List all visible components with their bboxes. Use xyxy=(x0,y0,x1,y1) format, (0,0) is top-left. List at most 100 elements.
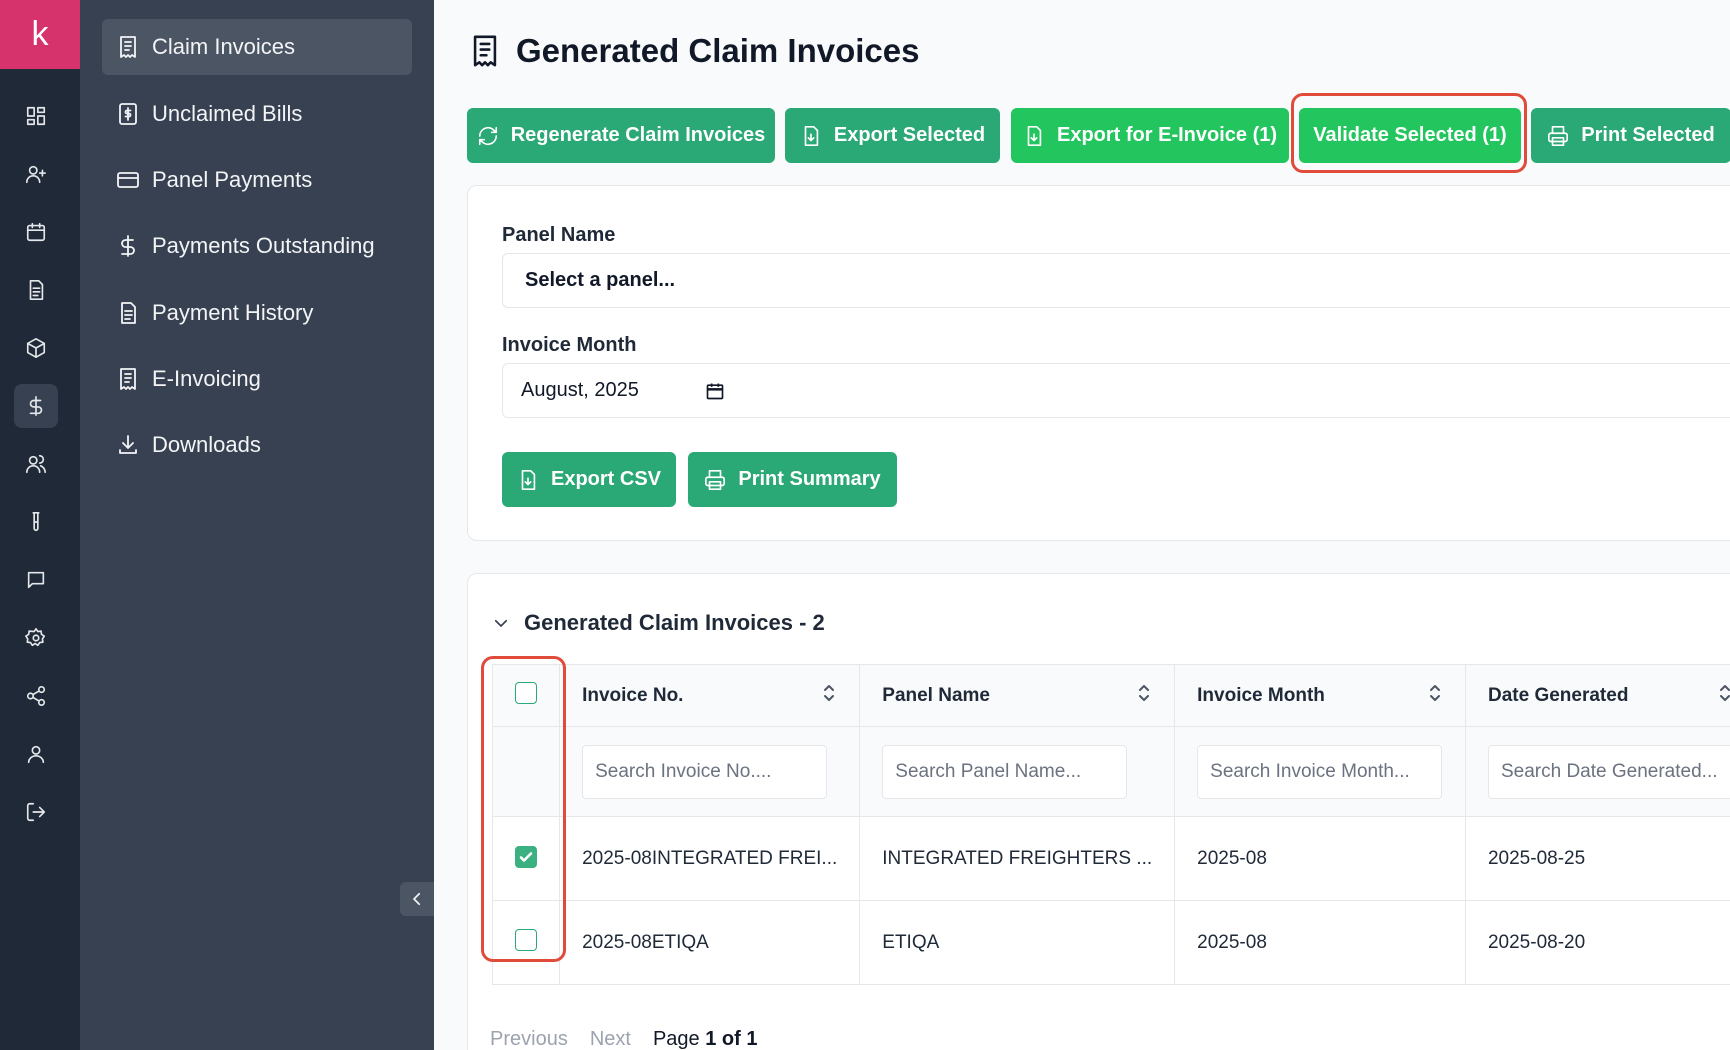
row-checkbox[interactable] xyxy=(515,928,538,951)
filter-cell xyxy=(859,726,1176,817)
panel-name-cell: ETIQA xyxy=(859,900,1176,985)
panel-name-select[interactable]: Select a panel... xyxy=(502,253,1730,308)
document-icon xyxy=(121,302,136,324)
sidebar-item-label: Panel Payments xyxy=(152,167,313,192)
page-indicator: Page 1 of 1 xyxy=(652,1028,758,1050)
receipt-icon xyxy=(473,35,497,67)
calendar-icon xyxy=(706,383,724,399)
billing-sidebar: Claim Invoices Unclaimed Bills Panel Pay… xyxy=(80,0,434,1050)
filter-cell xyxy=(1174,726,1466,817)
page-title: Generated Claim Invoices xyxy=(468,32,920,70)
invoices-table: Invoice No. Panel Name Invoice Month Dat… xyxy=(491,664,1730,985)
main-content: Generated Claim Invoices Regenerate Clai… xyxy=(434,0,1730,1050)
sidebar-item-claim-invoices[interactable]: Claim Invoices xyxy=(102,19,412,75)
sort-icon[interactable] xyxy=(1427,683,1443,709)
calendar-icon[interactable] xyxy=(14,210,58,254)
row-select-cell xyxy=(491,816,561,901)
filter-cell xyxy=(1464,726,1730,817)
download-icon xyxy=(119,435,137,454)
sidebar-item-unclaimed-bills[interactable]: Unclaimed Bills xyxy=(102,86,412,142)
sidebar-item-downloads[interactable]: Downloads xyxy=(102,417,412,473)
chevron-down-icon xyxy=(494,619,508,627)
invoice-month-cell: 2025-08 xyxy=(1174,816,1466,901)
invoices-card: Generated Claim Invoices - 2 Invoice No.… xyxy=(467,573,1730,1050)
page-title-text: Generated Claim Invoices xyxy=(516,32,920,69)
sort-icon[interactable] xyxy=(1717,683,1730,709)
print-selected-button[interactable]: Print Selected xyxy=(1531,108,1730,163)
invoice-month-input[interactable]: August, 2025 xyxy=(502,363,1730,418)
users-icon[interactable] xyxy=(14,442,58,486)
invoice-month-cell: 2025-08 xyxy=(1174,900,1466,985)
printer-icon xyxy=(705,469,726,490)
checkmark-icon xyxy=(519,852,533,862)
file-download-icon xyxy=(521,469,536,490)
test-tube-icon[interactable] xyxy=(14,500,58,544)
search-invoice-month-input[interactable] xyxy=(1197,744,1443,799)
app-logo[interactable]: k xyxy=(0,0,80,69)
export-selected-button[interactable]: Export Selected xyxy=(785,108,1000,163)
column-header-panel-name[interactable]: Panel Name xyxy=(859,664,1176,727)
profile-icon[interactable] xyxy=(14,732,58,776)
sort-icon[interactable] xyxy=(1136,683,1152,709)
sidebar-item-payment-history[interactable]: Payment History xyxy=(102,285,412,341)
filter-spacer-cell xyxy=(491,726,561,817)
pagination: Previous Next Page 1 of 1 xyxy=(490,1028,757,1050)
receipt-icon xyxy=(120,368,136,390)
sidebar-item-label: E-Invoicing xyxy=(152,366,261,391)
share-icon[interactable] xyxy=(14,674,58,718)
printer-icon xyxy=(1548,125,1569,146)
sidebar-item-payments-outstanding[interactable]: Payments Outstanding xyxy=(102,218,412,274)
sidebar-item-label: Downloads xyxy=(152,432,261,457)
dollar-icon xyxy=(121,235,135,257)
document-icon[interactable] xyxy=(14,268,58,312)
table-row[interactable]: 2025-08ETIQA ETIQA 2025-08 2025-08-20 xyxy=(491,900,1730,985)
row-select-cell xyxy=(491,900,561,985)
sidebar-collapse-button[interactable] xyxy=(400,882,434,916)
refresh-icon xyxy=(478,126,497,145)
regenerate-button[interactable]: Regenerate Claim Invoices xyxy=(467,108,775,163)
file-download-icon xyxy=(804,125,819,146)
chevron-left-icon xyxy=(413,892,421,906)
column-header-invoice-month[interactable]: Invoice Month xyxy=(1174,664,1466,727)
select-all-checkbox[interactable] xyxy=(515,681,538,704)
search-invoice-no-input[interactable] xyxy=(582,744,828,799)
date-generated-cell: 2025-08-25 xyxy=(1464,816,1730,901)
icon-rail: k xyxy=(0,0,80,1050)
search-panel-name-input[interactable] xyxy=(882,744,1128,799)
validate-selected-button[interactable]: Validate Selected (1) xyxy=(1299,108,1521,163)
panel-name-cell: INTEGRATED FREIGHTERS ... xyxy=(859,816,1176,901)
sort-icon[interactable] xyxy=(821,683,837,709)
section-toggle[interactable]: Generated Claim Invoices - 2 xyxy=(492,610,825,636)
export-einvoice-button[interactable]: Export for E-Invoice (1) xyxy=(1011,108,1289,163)
dashboard-icon[interactable] xyxy=(14,94,58,138)
add-user-icon[interactable] xyxy=(14,152,58,196)
search-date-generated-input[interactable] xyxy=(1487,744,1730,799)
message-icon[interactable] xyxy=(14,558,58,602)
export-csv-button[interactable]: Export CSV xyxy=(502,452,676,507)
sidebar-item-label: Payment History xyxy=(152,300,314,325)
next-page-button[interactable]: Next xyxy=(590,1028,631,1050)
table-row[interactable]: 2025-08INTEGRATED FREI... INTEGRATED FRE… xyxy=(491,816,1730,901)
row-checkbox-checked[interactable] xyxy=(515,846,538,868)
column-header-date-generated[interactable]: Date Generated xyxy=(1464,664,1730,727)
column-header-invoice-no[interactable]: Invoice No. xyxy=(559,664,861,727)
select-all-cell xyxy=(491,664,561,727)
filter-card: Panel Name Select a panel... Invoice Mon… xyxy=(467,185,1730,541)
receipt-icon xyxy=(120,36,136,58)
credit-card-icon xyxy=(117,172,139,188)
panel-name-label: Panel Name xyxy=(502,224,616,246)
sidebar-item-e-invoicing[interactable]: E-Invoicing xyxy=(102,351,412,407)
invoice-month-label: Invoice Month xyxy=(502,334,637,356)
section-title: Generated Claim Invoices - 2 xyxy=(524,610,825,635)
bill-icon xyxy=(119,103,137,125)
previous-page-button[interactable]: Previous xyxy=(490,1028,568,1050)
dollar-icon[interactable] xyxy=(14,384,58,428)
sidebar-item-panel-payments[interactable]: Panel Payments xyxy=(102,152,412,208)
sidebar-item-label: Payments Outstanding xyxy=(152,233,375,258)
logout-icon[interactable] xyxy=(14,790,58,834)
invoice-no-cell: 2025-08INTEGRATED FREI... xyxy=(559,816,861,901)
file-download-icon xyxy=(1027,125,1042,146)
package-icon[interactable] xyxy=(14,326,58,370)
print-summary-button[interactable]: Print Summary xyxy=(688,452,897,507)
gear-icon[interactable] xyxy=(14,616,58,660)
